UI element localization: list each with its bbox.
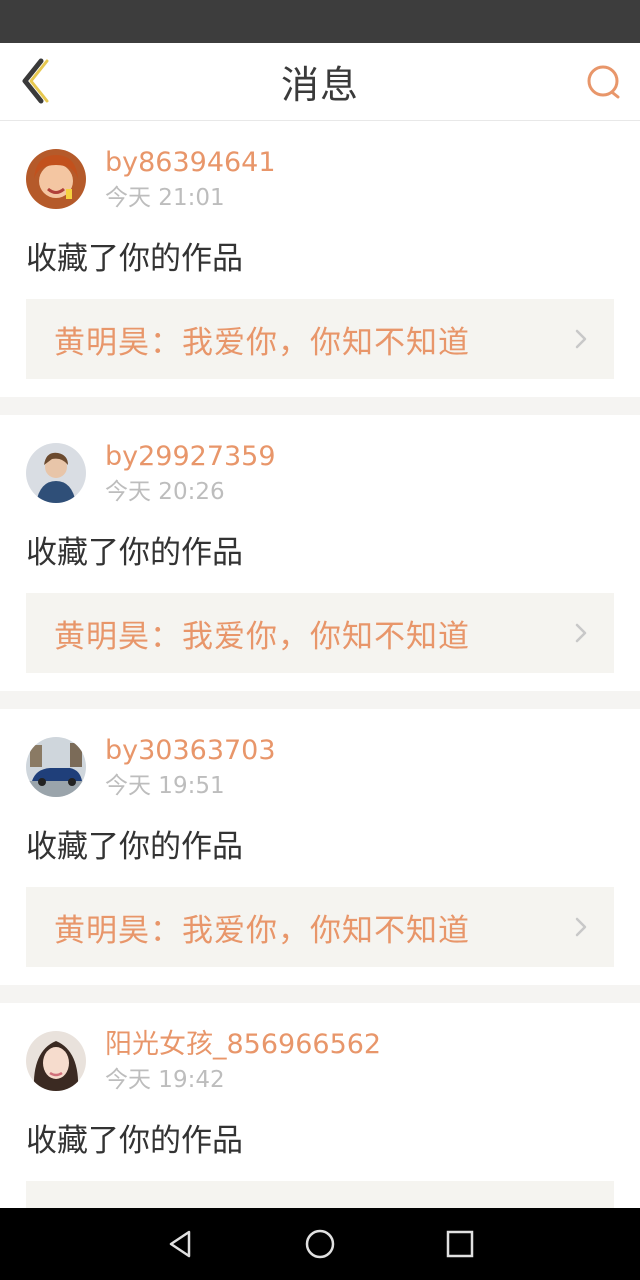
- action-text: 收藏了你的作品: [26, 535, 243, 571]
- system-nav-bar: [0, 1208, 640, 1280]
- nav-back-button[interactable]: [152, 1216, 208, 1272]
- status-bar: [0, 0, 640, 43]
- username[interactable]: 阳光女孩_856966562: [105, 1029, 381, 1061]
- message-list[interactable]: by86394641 今天 21:01 收藏了你的作品 黄明昊：我爱你，你知不知…: [0, 121, 640, 1208]
- work-link[interactable]: 黄明昊：我爱你，你知不知道: [26, 299, 614, 379]
- avatar[interactable]: [26, 443, 86, 503]
- timestamp: 今天 19:42: [105, 1067, 225, 1093]
- app-header: 消息: [0, 43, 640, 121]
- chevron-right-icon: [575, 917, 587, 937]
- search-button[interactable]: [584, 62, 624, 102]
- work-title: 黄明昊：我爱你，你知不知道: [54, 324, 470, 361]
- message-card: by29927359 今天 20:26 收藏了你的作品 黄明昊：我爱你，你知不知…: [0, 415, 640, 691]
- back-button[interactable]: [14, 57, 54, 105]
- circle-home-icon: [305, 1229, 335, 1259]
- chevron-left-icon: [22, 58, 49, 104]
- message-card: by30363703 今天 19:51 收藏了你的作品 黄明昊：我爱你，你知不知…: [0, 709, 640, 985]
- chevron-right-icon: [575, 329, 587, 349]
- search-icon: [587, 65, 620, 99]
- avatar[interactable]: [26, 149, 86, 209]
- work-link[interactable]: [26, 1181, 614, 1208]
- username[interactable]: by29927359: [105, 441, 276, 473]
- triangle-back-icon: [169, 1230, 191, 1258]
- nav-recents-button[interactable]: [432, 1216, 488, 1272]
- avatar[interactable]: [26, 1031, 86, 1091]
- nav-home-button[interactable]: [292, 1216, 348, 1272]
- square-recents-icon: [446, 1230, 474, 1258]
- chevron-right-icon: [575, 623, 587, 643]
- message-card: 阳光女孩_856966562 今天 19:42 收藏了你的作品: [0, 1003, 640, 1208]
- message-card: by86394641 今天 21:01 收藏了你的作品 黄明昊：我爱你，你知不知…: [0, 121, 640, 397]
- timestamp: 今天 21:01: [105, 185, 225, 211]
- action-text: 收藏了你的作品: [26, 241, 243, 277]
- page-title: 消息: [280, 63, 359, 107]
- action-text: 收藏了你的作品: [26, 1123, 243, 1159]
- timestamp: 今天 20:26: [105, 479, 225, 505]
- action-text: 收藏了你的作品: [26, 829, 243, 865]
- work-link[interactable]: 黄明昊：我爱你，你知不知道: [26, 593, 614, 673]
- work-title: 黄明昊：我爱你，你知不知道: [54, 912, 470, 949]
- work-title: 黄明昊：我爱你，你知不知道: [54, 618, 470, 655]
- username[interactable]: by86394641: [105, 147, 276, 179]
- work-link[interactable]: 黄明昊：我爱你，你知不知道: [26, 887, 614, 967]
- username[interactable]: by30363703: [105, 735, 276, 767]
- avatar[interactable]: [26, 737, 86, 797]
- timestamp: 今天 19:51: [105, 773, 225, 799]
